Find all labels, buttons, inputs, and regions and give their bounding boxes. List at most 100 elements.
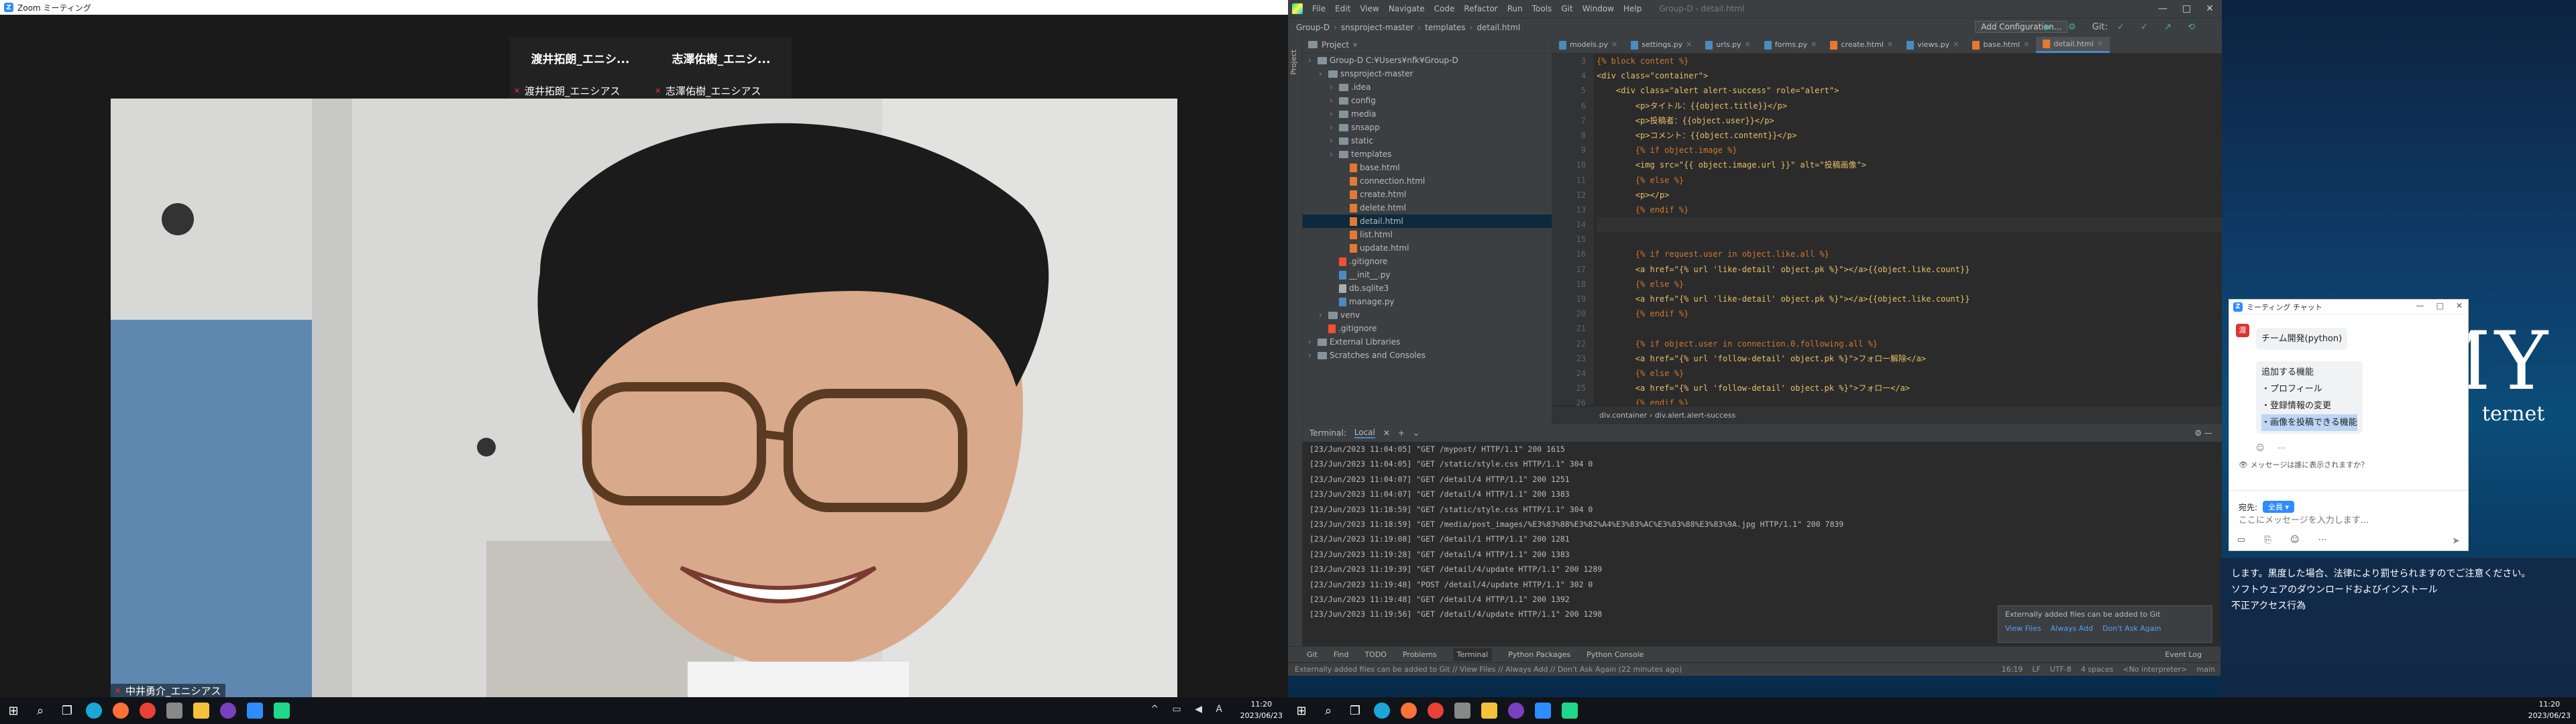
line-number[interactable]: 11 (1552, 173, 1586, 188)
line-number[interactable]: 5 (1552, 83, 1586, 98)
line-number[interactable]: 25 (1552, 381, 1586, 396)
chat-message-input[interactable] (2239, 516, 2460, 526)
close-icon[interactable]: ✕ (2206, 0, 2214, 17)
code-line[interactable]: <div class="container"> (1597, 68, 2222, 83)
firefox-icon[interactable] (107, 697, 134, 724)
line-number[interactable]: 7 (1552, 113, 1586, 128)
active-speaker-video[interactable] (111, 99, 1177, 697)
chevron-right-icon[interactable]: › (1330, 147, 1336, 161)
line-number[interactable]: 19 (1552, 292, 1586, 306)
minimize-icon[interactable]: — (2416, 301, 2424, 310)
chat-message[interactable]: チーム開発(python) (2256, 328, 2348, 350)
chevron-right-icon[interactable]: › (1330, 94, 1336, 107)
tree-item[interactable]: › External Libraries (1303, 335, 1552, 349)
app-icon[interactable] (1503, 697, 1529, 724)
line-number[interactable]: 12 (1552, 188, 1586, 202)
menu-tools[interactable]: Tools (1532, 4, 1552, 13)
editor-tab[interactable]: base.html ✕ (1966, 37, 2036, 53)
menu-run[interactable]: Run (1507, 4, 1523, 13)
editor-tab[interactable]: models.py ✕ (1552, 37, 1624, 53)
start-icon[interactable]: ⊞ (0, 697, 27, 724)
ime-indicator[interactable]: A (1216, 704, 1228, 715)
chrome-icon[interactable] (1422, 697, 1449, 724)
close-tab-icon[interactable]: ✕ (1686, 37, 1692, 53)
line-number[interactable]: 23 (1552, 351, 1586, 366)
menu-file[interactable]: File (1312, 4, 1326, 13)
close-icon[interactable]: ✕ (2456, 301, 2463, 310)
chevron-right-icon[interactable]: › (1330, 134, 1336, 147)
code-line[interactable]: {% endif %} (1597, 306, 2222, 321)
code-line[interactable]: <p>コメント：{{object.content}}</p> (1597, 128, 2222, 143)
line-number[interactable]: 6 (1552, 99, 1586, 113)
code-line[interactable]: <p>投稿者：{{object.user}}</p> (1597, 113, 2222, 128)
clock[interactable]: 11:20 2023/06/23 (2528, 699, 2571, 721)
code-line[interactable]: {% if object.image %} (1597, 143, 2222, 158)
chrome-icon[interactable] (134, 697, 161, 724)
tree-item[interactable]: update.html (1303, 241, 1552, 255)
tree-item[interactable]: › snsproject-master (1303, 67, 1552, 80)
project-tool-tab[interactable]: Project (1289, 50, 1298, 75)
code-line[interactable] (1597, 321, 2222, 336)
chevron-right-icon[interactable]: › (1330, 107, 1336, 121)
tree-item[interactable]: connection.html (1303, 174, 1552, 188)
cursor-position[interactable]: 16:19 (2002, 663, 2023, 676)
pycharm-icon[interactable] (1556, 697, 1583, 724)
line-number[interactable]: 14 (1552, 217, 1586, 232)
editor-breadcrumb[interactable]: div.container › div.alert.alert-success (1552, 406, 2222, 424)
close-tab-icon[interactable]: ✕ (2023, 37, 2029, 53)
menu-git[interactable]: Git (1561, 4, 1572, 13)
tree-item[interactable]: › config (1303, 94, 1552, 107)
code-line[interactable]: <p>タイトル：{{object.title}}</p> (1597, 99, 2222, 113)
nav-crumb[interactable]: snsproject-master (1341, 23, 1413, 32)
close-tab-icon[interactable]: ✕ (2097, 36, 2103, 52)
settings-icon[interactable] (1449, 697, 1476, 724)
edge-icon[interactable] (80, 697, 107, 724)
tree-item[interactable]: › media (1303, 107, 1552, 121)
tool-tab-git[interactable]: Git (1307, 650, 1318, 659)
tree-item[interactable]: base.html (1303, 161, 1552, 174)
search-icon[interactable]: ⌕ (1315, 697, 1342, 724)
send-icon[interactable]: ➤ (2452, 536, 2460, 546)
code-line[interactable]: <a href="{% url 'follow-detail' object.p… (1597, 351, 2222, 366)
zoom-icon[interactable] (1529, 697, 1556, 724)
code-line[interactable]: {% endif %} (1597, 202, 2222, 217)
line-number[interactable]: 9 (1552, 143, 1586, 158)
system-tray[interactable]: ^ ▭ ◀ A (1150, 704, 1228, 715)
menu-code[interactable]: Code (1434, 4, 1455, 13)
close-tab-icon[interactable]: ✕ (1611, 37, 1617, 53)
menu-window[interactable]: Window (1582, 4, 1614, 13)
search-icon[interactable]: ⌕ (27, 697, 54, 724)
tree-item[interactable]: › Scratches and Consoles (1303, 349, 1552, 362)
nav-crumb[interactable]: Group-D (1296, 23, 1330, 32)
tool-tab-problems[interactable]: Problems (1403, 650, 1437, 659)
line-number[interactable]: 4 (1552, 68, 1586, 83)
line-separator[interactable]: LF (2032, 663, 2040, 676)
interpreter-setting[interactable]: <No interpreter> (2123, 663, 2187, 676)
minimize-icon[interactable]: — (2158, 0, 2167, 17)
indent-setting[interactable]: 4 spaces (2081, 663, 2114, 676)
git-branch[interactable]: main (2197, 663, 2215, 676)
line-number[interactable]: 21 (1552, 321, 1586, 336)
tree-item[interactable]: › venv (1303, 308, 1552, 322)
tree-item[interactable]: list.html (1303, 228, 1552, 241)
code-area[interactable]: {% block content %} <div class="container… (1597, 54, 2222, 405)
editor-tab[interactable]: views.py ✕ (1900, 37, 1966, 53)
code-line[interactable]: {% block content %} (1597, 54, 2222, 68)
toolbar-icons[interactable]: ▶ ⚙ Git: ✓ ✓ ↗ ⟲ (2045, 22, 2202, 32)
gear-icon[interactable]: ⚙ — (2194, 428, 2212, 438)
tool-tab-terminal[interactable]: Terminal (1452, 648, 1493, 661)
menu-help[interactable]: Help (1623, 4, 1642, 13)
close-tab-icon[interactable]: ✕ (1887, 37, 1893, 53)
event-log-tab[interactable]: Event Log (2165, 650, 2202, 659)
tree-item[interactable]: › Group-D C:¥Users¥nfk¥Group-D (1303, 54, 1552, 67)
chat-toolbar[interactable]: ▭ ⎘ ☺ ⋯ (2237, 535, 2335, 545)
maximize-icon[interactable]: □ (2182, 0, 2191, 17)
line-number[interactable]: 24 (1552, 366, 1586, 381)
menu-edit[interactable]: Edit (1335, 4, 1350, 13)
code-line[interactable]: {% else %} (1597, 277, 2222, 292)
visibility-note[interactable]: 👁 メッセージは誰に表示されますか？ (2239, 459, 2368, 470)
tree-item[interactable]: delete.html (1303, 201, 1552, 215)
maximize-icon[interactable]: □ (2436, 301, 2444, 310)
chevron-right-icon[interactable]: › (1319, 67, 1326, 80)
code-line[interactable]: <a href="{% url 'follow-detail' object.p… (1597, 381, 2222, 396)
